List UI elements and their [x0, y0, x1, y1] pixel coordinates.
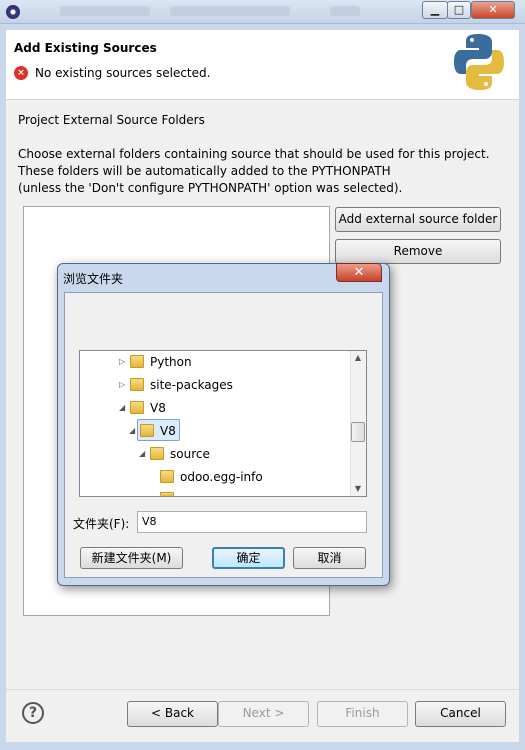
- ok-button[interactable]: 确定: [212, 547, 285, 569]
- folder-field-label: 文件夹(F):: [73, 517, 130, 531]
- remove-button[interactable]: Remove: [335, 239, 501, 264]
- python-logo: [454, 34, 504, 90]
- tree-node[interactable]: source: [170, 447, 210, 461]
- help-icon[interactable]: ?: [22, 702, 44, 724]
- description-line: Choose external folders containing sourc…: [18, 147, 490, 161]
- collapse-arrow-icon[interactable]: ◢: [139, 449, 145, 458]
- close-button[interactable]: ✕: [471, 1, 515, 19]
- scroll-down-arrow-icon[interactable]: ▼: [351, 483, 365, 495]
- browse-close-button[interactable]: ✕: [336, 263, 382, 282]
- new-folder-button[interactable]: 新建文件夹(M): [80, 547, 183, 569]
- scroll-up-arrow-icon[interactable]: ▲: [351, 352, 365, 364]
- error-message: No existing sources selected.: [35, 66, 211, 80]
- next-button: Next >: [218, 701, 309, 727]
- collapse-arrow-icon[interactable]: ◢: [129, 426, 135, 435]
- back-button[interactable]: < Back: [127, 701, 218, 727]
- titlebar-text-blur: [330, 6, 360, 16]
- titlebar-text-blur: [170, 6, 290, 16]
- add-external-source-folder-button[interactable]: Add external source folder: [335, 207, 501, 232]
- maximize-button[interactable]: □: [447, 1, 471, 19]
- finish-button: Finish: [317, 701, 408, 727]
- folder-open-icon: [150, 447, 164, 460]
- folder-icon: [160, 470, 174, 483]
- titlebar-text-blur: [60, 6, 150, 16]
- minimize-button[interactable]: ▁: [422, 1, 448, 19]
- description-line: These folders will be automatically adde…: [18, 164, 391, 178]
- folder-icon: [130, 355, 144, 368]
- folder-input[interactable]: V8: [137, 511, 367, 533]
- tree-node[interactable]: Python: [150, 355, 192, 369]
- error-icon: ×: [14, 66, 28, 80]
- tree-node[interactable]: site-packages: [150, 378, 233, 392]
- tree-node-selected[interactable]: V8: [160, 424, 176, 438]
- scrollbar-thumb[interactable]: [351, 422, 365, 442]
- folder-icon: [160, 492, 174, 496]
- folder-open-icon: [140, 424, 154, 437]
- eclipse-icon: [6, 5, 20, 19]
- cancel-button[interactable]: Cancel: [415, 701, 506, 727]
- browse-cancel-button[interactable]: 取消: [293, 547, 366, 569]
- tree-node[interactable]: V8: [150, 401, 166, 415]
- dialog-title: Add Existing Sources: [14, 41, 157, 55]
- folder-open-icon: [130, 401, 144, 414]
- expand-arrow-icon[interactable]: ▷: [119, 357, 125, 366]
- description-line: (unless the 'Don't configure PYTHONPATH'…: [18, 181, 403, 195]
- expand-arrow-icon[interactable]: ▷: [119, 380, 125, 389]
- section-label: Project External Source Folders: [18, 113, 205, 127]
- folder-icon: [130, 378, 144, 391]
- footer-divider: [6, 689, 519, 690]
- collapse-arrow-icon[interactable]: ◢: [119, 403, 125, 412]
- tree-node[interactable]: odoo.egg-info: [180, 470, 263, 484]
- browse-dialog-title: 浏览文件夹: [63, 272, 124, 286]
